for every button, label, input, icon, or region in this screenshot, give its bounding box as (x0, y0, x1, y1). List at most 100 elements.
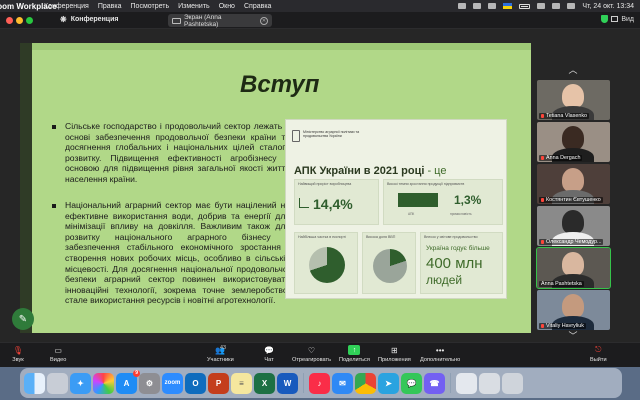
share-arrow-icon: ↑ (348, 345, 361, 355)
telegram-icon[interactable]: ➤ (378, 372, 399, 394)
leave-button[interactable]: ⎋ Выйти (590, 345, 607, 363)
files-folder-icon[interactable] (479, 372, 500, 394)
meeting-toolbar: 🎙 Звук ▭ Видео 👥 43 Участники 💬 Чат ♡ От… (0, 342, 640, 367)
apps-label: Приложения (378, 357, 411, 363)
participants-label: Участники (207, 357, 234, 363)
zoom-app-icon[interactable]: zoom (162, 372, 183, 394)
viber-icon[interactable]: ☎ (424, 372, 445, 394)
participant-name-text: Tetiana Vlasenko (546, 113, 588, 119)
participant-tile[interactable]: Anna Dergach (537, 122, 610, 162)
stat-card-gdp: Висока доля ВВП (362, 232, 416, 294)
stat-card-world-food: Внесок у світове продовольство Україна г… (420, 232, 503, 294)
participant-name: Vitaliy Havryliuk (539, 323, 586, 329)
card-label: Високі темпи зростання продукції підприє… (387, 182, 465, 186)
outlook-icon[interactable]: O (185, 372, 206, 394)
video-camera-icon: ▭ (54, 345, 62, 355)
avatar (562, 294, 584, 318)
share-button[interactable]: ↑ Поделиться (339, 345, 370, 363)
apps-grid-icon: ⊞ (391, 345, 398, 355)
menu-change[interactable]: Изменить (178, 3, 210, 10)
slide-dark-strip (20, 43, 32, 333)
close-window-button[interactable] (6, 17, 13, 24)
mic-off-icon (541, 114, 544, 118)
settings-gear-icon[interactable]: ⚙ (139, 372, 160, 394)
zoom-titlebar: ❋ Конференция Экран (Anna Pashtetska) ✕ … (0, 12, 640, 29)
battery-icon[interactable] (519, 3, 531, 9)
mail-icon[interactable]: ✉ (332, 372, 353, 394)
menu-edit[interactable]: Правка (98, 3, 122, 10)
fullscreen-window-button[interactable] (26, 17, 33, 24)
infographic-title-suffix: - це (424, 165, 447, 177)
participant-tile[interactable]: Vitaliy Havryliuk (537, 290, 610, 330)
react-button[interactable]: ♡ Отреагировать (292, 345, 331, 364)
stat-card-rates: Високі темпи зростання продукції підприє… (383, 179, 503, 225)
appstore-icon[interactable]: A (116, 369, 141, 394)
participants-button[interactable]: 👥 43 Участники (207, 345, 234, 363)
wifi-icon[interactable] (537, 3, 546, 9)
menu-window[interactable]: Окно (219, 3, 235, 10)
finder-icon[interactable] (24, 372, 45, 394)
meeting-title: ❋ Конференция (60, 15, 119, 24)
notes-icon[interactable]: ≡ (231, 372, 252, 394)
infographic-image: Міністерство аграрної політики та продов… (285, 119, 507, 299)
zoom-status-icon[interactable] (458, 3, 467, 9)
slide-bullet: Сільське господарство і продовольчий сек… (52, 121, 290, 185)
card-label: Найбільша частка в експорті (298, 235, 346, 239)
view-button[interactable]: Вид (601, 15, 634, 23)
photos-icon[interactable] (93, 372, 114, 394)
mic-off-icon (541, 156, 544, 160)
security-shield-icon[interactable] (601, 15, 609, 23)
audio-button[interactable]: 🎙 Звук (12, 345, 24, 364)
preview-icon[interactable] (456, 372, 477, 394)
menu-view[interactable]: Посмотреть (131, 3, 170, 10)
trash-icon[interactable] (502, 372, 523, 394)
menubar-clock[interactable]: Чт, 24 окт. 13:34 (582, 3, 634, 10)
gdp-share-pie (373, 249, 407, 283)
card-value: 14,4% (313, 196, 353, 212)
participant-tile-active-speaker[interactable]: Anna Pashtetska (536, 247, 611, 289)
word-icon[interactable]: W (277, 372, 298, 394)
menu-conference[interactable]: Конференция (44, 3, 89, 10)
heart-icon: ♡ (307, 345, 316, 355)
apps-button[interactable]: ⊞ Приложения (378, 345, 411, 364)
participant-tile[interactable]: Tetiana Vlasenko (537, 80, 610, 120)
card-label: Внесок у світове продовольство (424, 235, 478, 239)
menu-help[interactable]: Справка (244, 3, 271, 10)
stat-card-export: Найбільша частка в експорті (294, 232, 358, 294)
screen-share-label: Экран (Anna Pashtetska) (183, 13, 222, 28)
powerpoint-icon[interactable]: P (208, 372, 229, 394)
participant-name-text: Vitaliy Havryliuk (546, 323, 584, 329)
music-icon[interactable]: ♪ (309, 372, 330, 394)
card-label: Найвищий приріст виробництва (298, 182, 352, 186)
screen: Zoom Workplace Конференция Правка Посмот… (0, 0, 640, 400)
avatar (562, 126, 584, 150)
chat-button[interactable]: 💬 Чат (263, 345, 275, 364)
launchpad-icon[interactable] (47, 372, 68, 394)
gallery-up-icon[interactable]: ︿ (566, 66, 580, 75)
participant-name: Tetiana Vlasenko (539, 113, 590, 119)
safari-icon[interactable]: ✦ (70, 372, 91, 394)
participant-tile[interactable]: Костянтин Євтушенко (537, 164, 610, 204)
gallery-down-icon[interactable]: ﹀ (566, 332, 580, 341)
mic-off-icon (541, 240, 544, 244)
screen-icon[interactable] (473, 3, 482, 9)
avatar (562, 168, 584, 192)
ukraine-flag-icon[interactable] (503, 3, 513, 9)
participant-name-text: Anna Dergach (546, 155, 581, 161)
card-sub-industry: промисловість (450, 212, 472, 216)
annotate-pencil-icon[interactable]: ✎ (12, 308, 34, 330)
ministry-emblem-icon (292, 130, 300, 142)
excel-icon[interactable]: X (254, 372, 275, 394)
view-label: Вид (621, 15, 634, 23)
bluetooth-icon[interactable] (488, 3, 497, 9)
more-button[interactable]: ••• Дополнительно (420, 345, 460, 364)
messages-icon[interactable]: 💬 (401, 372, 422, 394)
participant-tile[interactable]: Олександр Чемодур... (537, 206, 610, 246)
close-share-icon[interactable]: ✕ (260, 16, 268, 25)
screen-share-indicator[interactable]: Экран (Anna Pashtetska) ✕ (168, 13, 272, 28)
chrome-icon[interactable] (355, 372, 376, 394)
video-button[interactable]: ▭ Видео (50, 345, 66, 364)
minimize-window-button[interactable] (16, 17, 23, 24)
search-icon[interactable] (552, 3, 561, 9)
control-center-icon[interactable] (567, 3, 576, 9)
